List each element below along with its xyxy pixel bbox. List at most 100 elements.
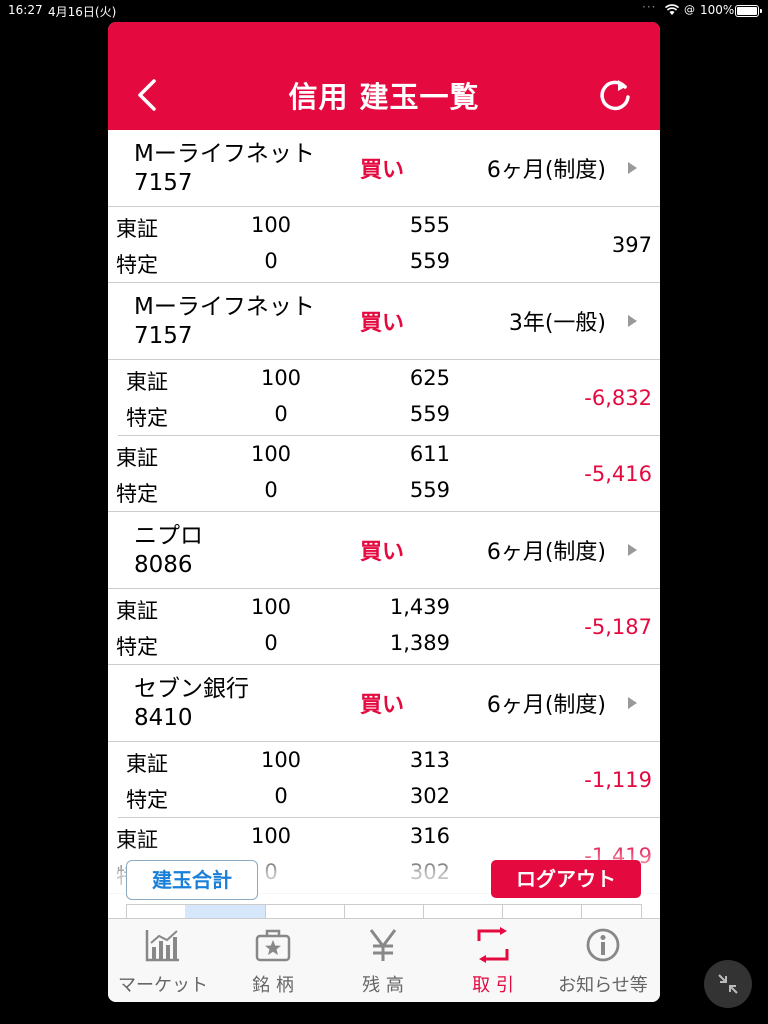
profit-loss: -1,119 [584, 768, 652, 792]
quantity-secondary: 0 [274, 784, 288, 808]
stock-header[interactable]: Mーライフネット 7157 買い 3年(一般) [108, 283, 660, 360]
stock-code: 7157 [134, 323, 193, 349]
nav-notices[interactable]: お知らせ等 [548, 919, 658, 1002]
battery-percent: 100% [700, 3, 735, 17]
segment-5[interactable] [423, 905, 503, 919]
account-type: 特定 [126, 788, 168, 812]
refresh-icon[interactable] [596, 76, 634, 114]
account-type: 特定 [126, 406, 168, 430]
trade-side: 買い [360, 693, 405, 718]
disclosure-arrow-icon [628, 162, 637, 174]
header: 信用 建玉一覧 [108, 22, 660, 130]
stock-code: 7157 [134, 170, 193, 196]
profit-loss: 397 [611, 233, 652, 257]
status-bar: 16:27 4月16日(火) ··· @ 100% [0, 0, 768, 22]
stock-header[interactable]: セブン銀行 8410 買い 6ヶ月(制度) [108, 665, 660, 742]
current-price: 559 [409, 478, 450, 502]
nav-label: 銘 柄 [252, 975, 294, 996]
page-title: 信用 建玉一覧 [288, 80, 480, 114]
entry-price: 625 [409, 366, 450, 390]
account-type: 特定 [116, 482, 158, 506]
stock-header[interactable]: Mーライフネット 7157 買い 6ヶ月(制度) [108, 130, 660, 207]
market: 東証 [126, 370, 168, 394]
stock-name: ニプロ [134, 523, 203, 549]
position-row[interactable]: 東証特定 100 0 313 302 -1,119 [118, 742, 660, 818]
position-list[interactable]: Mーライフネット 7157 買い 6ヶ月(制度) 東証 特定 100 0 555 559 397 Mー… [108, 130, 660, 920]
market: 東証 [116, 446, 158, 470]
position-row[interactable]: 東証特定 100 0 1,439 1,389 -5,187 [108, 589, 660, 665]
market: 東証 [126, 752, 168, 776]
quantity: 100 [260, 366, 302, 390]
trade-side: 買い [360, 540, 405, 565]
segment-3[interactable] [265, 905, 345, 919]
entry-price: 313 [409, 748, 450, 772]
wifi-icon [665, 4, 679, 15]
stock-name: Mーライフネット [134, 141, 315, 167]
stock-name: セブン銀行 [134, 676, 249, 702]
entry-price: 1,439 [389, 595, 450, 619]
nav-stocks[interactable]: 銘 柄 [218, 919, 328, 1002]
trade-icon [477, 927, 509, 963]
entry-price: 611 [409, 442, 450, 466]
quantity: 100 [250, 595, 292, 619]
yen-icon [369, 929, 397, 961]
nav-balance[interactable]: 残 高 [328, 919, 438, 1002]
trade-side: 買い [360, 311, 405, 336]
position-row[interactable]: 東証 特定 100 0 555 559 397 [108, 207, 660, 283]
rotation-lock-icon: @ [684, 3, 695, 16]
current-price: 559 [409, 249, 450, 273]
current-price: 302 [409, 784, 450, 808]
quantity: 100 [250, 213, 292, 237]
nav-label: 取 引 [472, 975, 514, 996]
zoom-toggle-button[interactable] [704, 960, 752, 1008]
segment-6[interactable] [502, 905, 582, 919]
segment-strip [126, 904, 642, 919]
margin-term: 6ヶ月(制度) [486, 540, 606, 565]
quantity-secondary: 0 [264, 478, 278, 502]
battery-icon [735, 5, 762, 17]
quantity: 100 [260, 748, 302, 772]
account-type: 特定 [116, 635, 158, 659]
nav-trade[interactable]: 取 引 [438, 919, 548, 1002]
margin-term: 6ヶ月(制度) [486, 693, 606, 718]
quantity-secondary: 0 [264, 631, 278, 655]
stock-name: Mーライフネット [134, 294, 315, 320]
trade-side: 買い [360, 158, 405, 183]
market: 東証 [116, 599, 158, 623]
nav-label: マーケット [118, 975, 208, 996]
stock-header[interactable]: ニプロ 8086 買い 6ヶ月(制度) [108, 512, 660, 589]
app-window: 信用 建玉一覧 Mーライフネット 7157 買い 6ヶ月(制度) 東証 特定 100 0 555… [108, 22, 660, 1002]
position-total-button[interactable]: 建玉合計 [126, 860, 258, 900]
quantity: 100 [250, 442, 292, 466]
current-price: 559 [409, 402, 450, 426]
segment-4[interactable] [344, 905, 424, 919]
profit-loss: -5,187 [584, 615, 652, 639]
compress-arrows-icon [718, 974, 738, 994]
quantity-secondary: 0 [264, 249, 278, 273]
market: 東証 [116, 217, 158, 241]
nav-label: 残 高 [362, 975, 404, 996]
stock-code: 8086 [134, 552, 193, 578]
status-time: 16:27 [8, 3, 43, 17]
position-row[interactable]: 東証 特定 100 0 611 559 -5,416 [108, 436, 660, 512]
disclosure-arrow-icon [628, 315, 637, 327]
nav-label: お知らせ等 [558, 975, 648, 996]
briefcase-star-icon [255, 929, 291, 962]
account-type: 特定 [116, 253, 158, 277]
margin-term: 6ヶ月(制度) [486, 158, 606, 183]
info-icon [586, 928, 620, 962]
quantity-secondary: 0 [274, 402, 288, 426]
logout-button[interactable]: ログアウト [491, 860, 641, 898]
segment-2[interactable] [185, 905, 266, 919]
margin-term: 3年(一般) [508, 311, 606, 336]
disclosure-arrow-icon [628, 544, 637, 556]
status-date: 4月16日(火) [48, 5, 117, 19]
bottom-nav: マーケット 銘 柄 残 高 取 引 お知らせ等 [108, 918, 660, 1002]
disclosure-arrow-icon [628, 697, 637, 709]
current-price: 1,389 [389, 631, 450, 655]
nav-market[interactable]: マーケット [108, 919, 218, 1002]
position-row[interactable]: 東証特定 100 0 625 559 -6,832 [118, 360, 660, 436]
chart-icon [145, 930, 179, 962]
profit-loss: -6,832 [584, 386, 652, 410]
segment-1[interactable] [127, 905, 186, 919]
